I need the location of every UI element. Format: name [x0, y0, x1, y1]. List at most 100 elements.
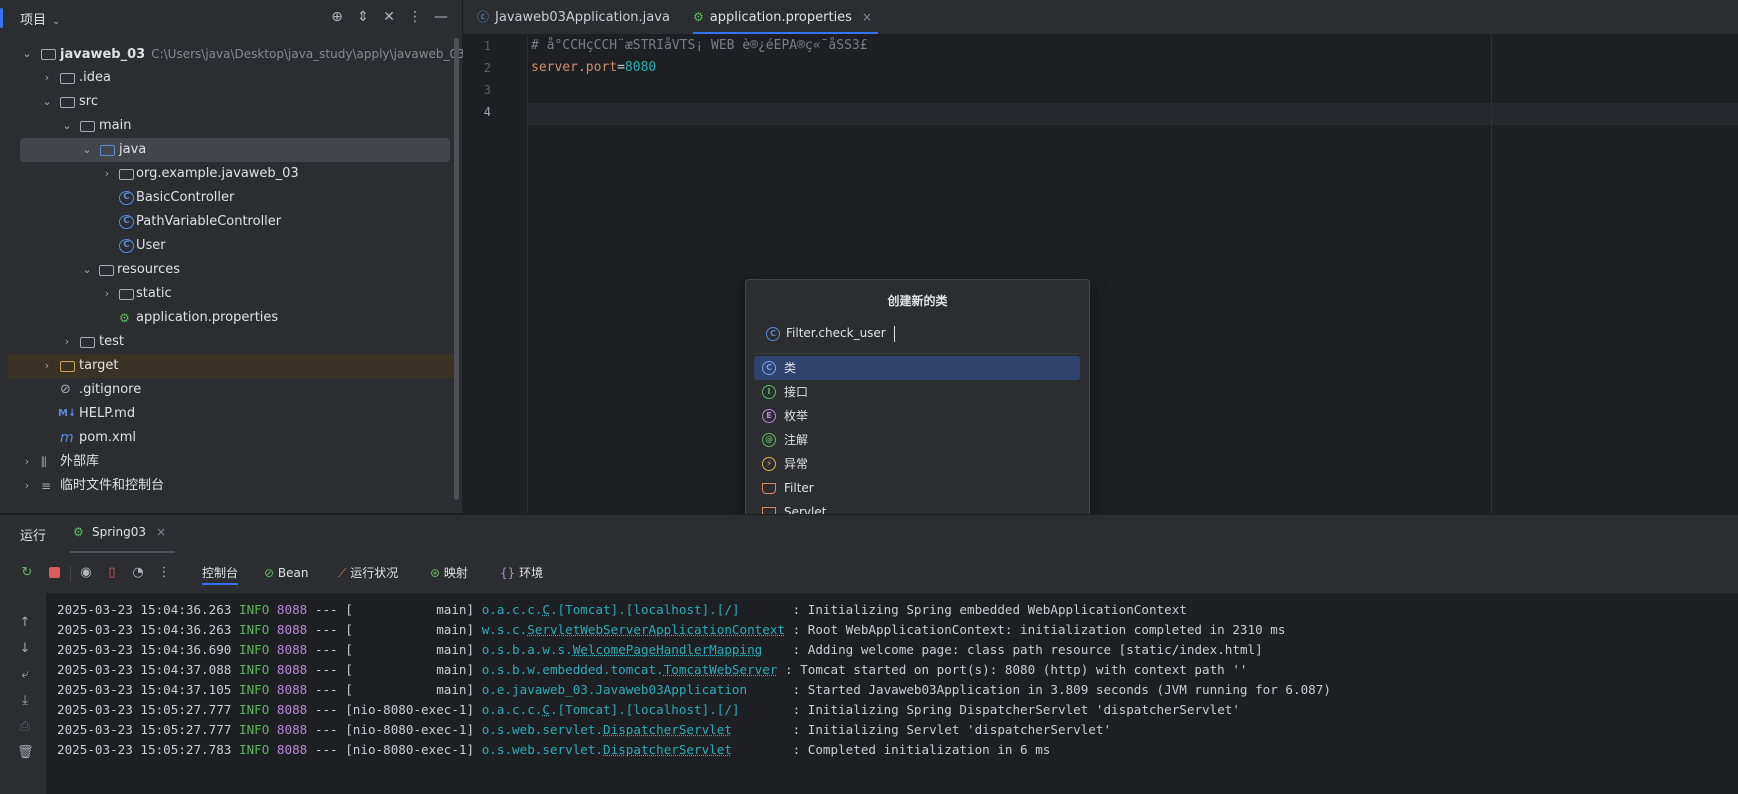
chevron-right-icon[interactable]: ›: [100, 282, 114, 306]
chevron-right-icon[interactable]: ›: [40, 66, 54, 90]
chevron-down-icon[interactable]: ⌄: [40, 90, 54, 114]
kind-option-filter[interactable]: Filter: [754, 476, 1080, 500]
tree-item-user[interactable]: C User: [8, 234, 458, 258]
collapse-all-icon[interactable]: ✕: [380, 8, 398, 26]
dialog-divider: [754, 353, 1080, 354]
log-timestamp: 2025-03-23 15:05:27.777: [57, 722, 232, 737]
log-logger[interactable]: o.s.b.w.embedded.tomcat.TomcatWebServer: [482, 662, 778, 677]
soft-wrap-icon[interactable]: ⤶: [17, 667, 33, 683]
class-name-input[interactable]: Filter.check_user: [786, 326, 886, 340]
chevron-down-icon[interactable]: ⌄: [80, 138, 94, 162]
tree-item-javaweb-03[interactable]: ⌄ javaweb_03 C:\Users\java\Desktop\java_s…: [8, 42, 464, 66]
chevron-right-icon[interactable]: ›: [20, 450, 34, 474]
tree-item-scratches[interactable]: › ≡ 临时文件和控制台: [8, 474, 458, 498]
dump-threads-icon[interactable]: ▯: [104, 565, 120, 581]
tab-environment[interactable]: {} 环境: [500, 563, 543, 583]
tab-console[interactable]: 控制台: [202, 563, 239, 585]
filter-icon: [762, 483, 776, 494]
chevron-right-icon[interactable]: ›: [20, 474, 34, 498]
tree-item-application-properties[interactable]: ⚙ application.properties: [8, 306, 458, 330]
tab-mappings[interactable]: ⊛ 映射: [430, 563, 468, 583]
tree-item-idea[interactable]: › .idea: [8, 66, 458, 90]
environment-icon: {}: [500, 566, 520, 580]
rerun-icon[interactable]: ↻: [19, 565, 35, 581]
tree-item-external-libraries[interactable]: › ⫼ 外部库: [8, 450, 458, 474]
tab-health[interactable]: ⟋ 运行状况: [338, 563, 398, 583]
logger-link[interactable]: TomcatWebServer: [664, 662, 778, 677]
project-scrollbar[interactable]: [454, 38, 459, 500]
console-output[interactable]: 2025-03-23 15:04:36.263 INFO 8088 --- [ …: [46, 593, 1738, 794]
log-logger[interactable]: w.s.c.ServletWebServerApplicationContext: [482, 622, 785, 637]
stop-icon[interactable]: [46, 565, 62, 581]
mappings-icon: ⊛: [430, 566, 444, 580]
tree-item-main[interactable]: ⌄ main: [8, 114, 458, 138]
expand-all-icon[interactable]: ⇕: [354, 8, 372, 26]
tree-item-help-md[interactable]: M↓ HELP.md: [8, 402, 458, 426]
tree-item-test[interactable]: › test: [8, 330, 458, 354]
interface-icon: I: [762, 385, 776, 399]
logger-prefix: o.s.web.servlet.: [481, 742, 604, 757]
chevron-right-icon[interactable]: ›: [40, 354, 54, 378]
tab-application-properties[interactable]: ⚙ application.properties ×: [693, 0, 878, 34]
scroll-to-end-icon[interactable]: ⤓: [17, 693, 33, 709]
tree-item-pom-xml[interactable]: m pom.xml: [8, 426, 458, 450]
log-logger[interactable]: o.a.c.c.C.[Tomcat].[localhost].[/]: [482, 702, 785, 717]
clear-all-icon[interactable]: 🗑: [17, 745, 34, 761]
log-level: INFO: [238, 642, 270, 657]
chevron-down-icon[interactable]: ⌄: [60, 114, 74, 138]
more-options-icon[interactable]: ⋮: [156, 565, 172, 581]
options-menu-icon[interactable]: ⋮: [406, 8, 424, 26]
logger-prefix: o.e.javaweb_03.Javaweb03Application: [481, 682, 785, 697]
log-logger[interactable]: o.a.c.c.C.[Tomcat].[localhost].[/]: [482, 602, 785, 617]
logger-prefix: o.s.b.w.embedded.tomcat.: [481, 662, 664, 677]
tab-bean[interactable]: ⊘ Bean: [264, 563, 308, 583]
tab-javaweb03-application[interactable]: ⓒ Javaweb03Application.java: [477, 0, 670, 34]
logger-link[interactable]: ServletWebServerApplicationContext: [527, 622, 785, 637]
chevron-down-icon[interactable]: ⌄: [20, 42, 34, 66]
code-editor[interactable]: 1 2 3 4 # å°CCHçCCH¨æSTRIåVTS¡ WEB è®¿éE…: [463, 35, 1738, 513]
kind-option-enum[interactable]: E 枚举: [754, 404, 1080, 428]
log-logger[interactable]: o.s.web.servlet.DispatcherServlet: [482, 742, 785, 757]
tree-item-target[interactable]: › target: [8, 354, 458, 378]
log-logger[interactable]: o.s.web.servlet.DispatcherServlet: [482, 722, 785, 737]
close-tab-icon[interactable]: ×: [862, 10, 872, 24]
class-name-input-row[interactable]: C Filter.check_user: [754, 322, 1080, 348]
tree-item-label: src: [79, 94, 98, 109]
tree-item-basic-controller[interactable]: C BasicController: [8, 186, 458, 210]
tree-item-src[interactable]: ⌄ src: [8, 90, 458, 114]
logger-link[interactable]: C: [542, 702, 550, 717]
kind-option-exception[interactable]: ⚡ 异常: [754, 452, 1080, 476]
tree-item-path-variable-controller[interactable]: C PathVariableController: [8, 210, 458, 234]
log-logger[interactable]: o.e.javaweb_03.Javaweb03Application: [482, 682, 785, 697]
chevron-down-icon[interactable]: ⌄: [80, 258, 94, 282]
arrow-down-icon[interactable]: ↓: [17, 641, 33, 657]
logger-link[interactable]: DispatcherServlet: [603, 722, 732, 737]
arrow-up-icon[interactable]: ↑: [17, 615, 33, 631]
locate-icon[interactable]: ⊕: [328, 8, 346, 26]
close-tab-icon[interactable]: ×: [156, 525, 166, 539]
kind-option-class[interactable]: C 类: [754, 356, 1080, 380]
print-icon[interactable]: ⎙: [17, 719, 33, 735]
tree-item-java[interactable]: ⌄ java: [20, 138, 450, 162]
project-view-selector[interactable]: 项目 ⌄: [20, 9, 60, 28]
chevron-right-icon[interactable]: ›: [60, 330, 74, 354]
camera-icon[interactable]: ◉: [78, 565, 94, 581]
kind-option-interface[interactable]: I 接口: [754, 380, 1080, 404]
profiler-icon[interactable]: ◔: [130, 565, 146, 581]
log-logger[interactable]: o.s.b.a.w.s.WelcomePageHandlerMapping: [482, 642, 785, 657]
logger-link[interactable]: WelcomePageHandlerMapping: [573, 642, 763, 657]
tree-item-resources[interactable]: ⌄ resources: [8, 258, 458, 282]
tab-spring03[interactable]: ⚙ Spring03 ×: [70, 515, 175, 553]
tree-item-gitignore[interactable]: ⊘ .gitignore: [8, 378, 458, 402]
exception-icon: ⚡: [762, 457, 776, 471]
hide-panel-icon[interactable]: —: [432, 8, 450, 26]
logger-link[interactable]: C: [542, 602, 550, 617]
log-level: INFO: [238, 722, 270, 737]
project-panel: 项目 ⌄ ⊕ ⇕ ✕ ⋮ — ⌄ javaweb_03 C:\Users\java\…: [0, 0, 465, 513]
tree-item-package[interactable]: › org.example.javaweb_03: [8, 162, 458, 186]
chevron-right-icon[interactable]: ›: [100, 162, 114, 186]
kind-option-annotation[interactable]: @ 注解: [754, 428, 1080, 452]
line-number: 2: [483, 61, 491, 75]
tree-item-static[interactable]: › static: [8, 282, 458, 306]
logger-link[interactable]: DispatcherServlet: [603, 742, 732, 757]
